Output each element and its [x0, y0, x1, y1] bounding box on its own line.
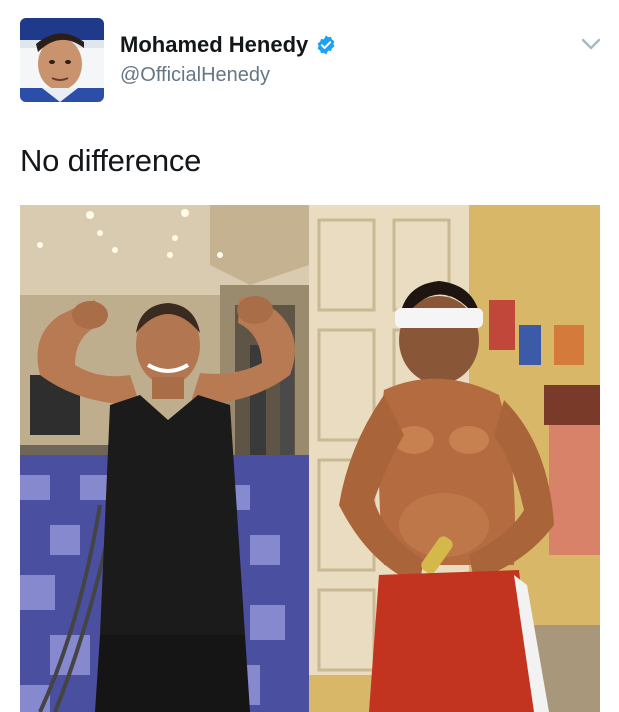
author-name-row[interactable]: Mohamed Henedy — [120, 32, 337, 58]
gym-photo-illustration — [20, 205, 309, 712]
avatar[interactable] — [20, 18, 104, 102]
author-handle[interactable]: @OfficialHenedy — [120, 64, 270, 87]
avatar-photo — [20, 18, 104, 102]
media-photo-gym[interactable] — [20, 205, 309, 712]
author-display-name[interactable]: Mohamed Henedy — [120, 32, 308, 58]
tweet-card: Mohamed Henedy @OfficialHenedy No differ… — [0, 0, 619, 712]
tweet-media[interactable] — [20, 205, 600, 712]
verified-badge-icon — [317, 35, 335, 55]
chevron-down-icon[interactable] — [580, 36, 602, 52]
media-photo-room[interactable] — [309, 205, 600, 712]
tweet-text: No difference — [20, 143, 202, 178]
room-photo-illustration — [309, 205, 600, 712]
